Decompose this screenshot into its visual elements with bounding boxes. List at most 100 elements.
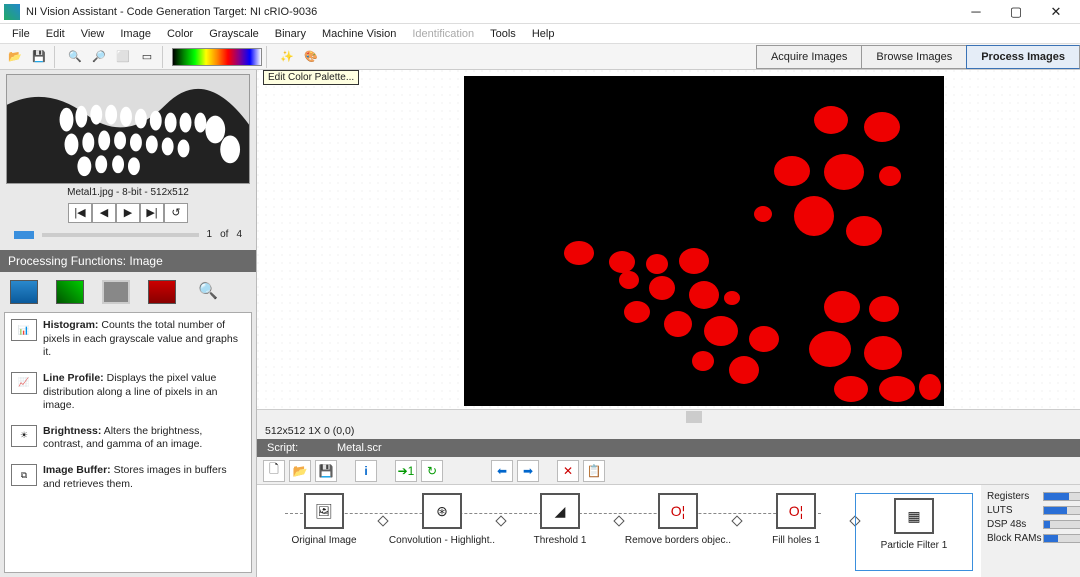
category-binary-icon[interactable] xyxy=(148,280,176,304)
page-of: of xyxy=(220,229,228,240)
minimize-button[interactable]: ─ xyxy=(956,1,996,23)
thumbnail-pattern xyxy=(7,75,249,184)
script-label: Script: xyxy=(267,442,337,454)
zoom-in-icon[interactable]: 🔍 xyxy=(64,46,86,68)
zoom-out-icon[interactable]: 🔎 xyxy=(88,46,110,68)
step-icon: O¦ xyxy=(658,493,698,529)
script-open-icon[interactable]: 📂 xyxy=(289,460,311,482)
image-thumbnail[interactable] xyxy=(6,74,250,184)
histogram-icon: 📊 xyxy=(11,319,37,341)
script-save-icon[interactable]: 💾 xyxy=(315,460,337,482)
resource-meters: Registers39 % LUTS36 % DSP 48s10 % Block… xyxy=(981,485,1080,577)
function-category-icons: 🔍 xyxy=(0,272,256,312)
center-panel: Edit Color Palette... xyxy=(257,70,1080,577)
script-name: Metal.scr xyxy=(337,442,382,454)
step-icon: ⊛ xyxy=(422,493,462,529)
menu-machine-vision[interactable]: Machine Vision xyxy=(314,26,404,42)
tooltip-edit-palette: Edit Color Palette... xyxy=(263,70,359,85)
brightness-icon: ☀ xyxy=(11,425,37,447)
mode-tabs: Acquire Images Browse Images Process Ima… xyxy=(756,45,1080,69)
category-image-icon[interactable] xyxy=(10,280,38,304)
nav-last-button[interactable]: ▶| xyxy=(140,203,164,223)
save-icon[interactable]: 💾 xyxy=(28,46,50,68)
meter-bar xyxy=(1043,492,1080,501)
close-button[interactable]: ✕ xyxy=(1036,1,1076,23)
thumbnail-caption: Metal1.jpg - 8-bit - 512x512 xyxy=(6,184,250,201)
line-profile-icon: 📈 xyxy=(11,372,37,394)
meter-bar xyxy=(1043,534,1080,543)
function-list: 📊 Histogram: Counts the total number of … xyxy=(4,312,252,573)
menu-identification: Identification xyxy=(404,26,482,42)
menu-binary[interactable]: Binary xyxy=(267,26,314,42)
step-convolution[interactable]: ⊛ Convolution - Highlight.. xyxy=(383,493,501,546)
tool-wand-icon[interactable]: ✨ xyxy=(276,46,298,68)
script-step-fwd-icon[interactable]: ➡ xyxy=(517,460,539,482)
script-toolbar: 🗋 📂 💾 i ➔1 ↻ ⬅ ➡ ✕ 📋 xyxy=(257,457,1080,485)
nav-first-button[interactable]: |◀ xyxy=(68,203,92,223)
menu-edit[interactable]: Edit xyxy=(38,26,73,42)
script-step-back-icon[interactable]: ⬅ xyxy=(491,460,513,482)
tab-process-images[interactable]: Process Images xyxy=(966,45,1080,69)
script-delete-icon[interactable]: ✕ xyxy=(557,460,579,482)
color-palette-bar[interactable] xyxy=(172,48,262,66)
page-current: 1 xyxy=(207,229,213,240)
menu-view[interactable]: View xyxy=(73,26,113,42)
category-color-icon[interactable] xyxy=(56,280,84,304)
tool-palette-icon[interactable]: 🎨 xyxy=(300,46,322,68)
processed-image xyxy=(464,76,944,406)
meter-label: LUTS xyxy=(987,505,1043,516)
step-particle-filter[interactable]: ▦ Particle Filter 1 xyxy=(855,493,973,571)
window-title: NI Vision Assistant - Code Generation Ta… xyxy=(26,6,956,18)
meter-label: Block RAMs xyxy=(987,533,1043,544)
category-mv-icon[interactable]: 🔍 xyxy=(194,280,222,304)
step-icon: 🖼 xyxy=(304,493,344,529)
script-title-bar: Script: Metal.scr xyxy=(257,439,1080,457)
menu-color[interactable]: Color xyxy=(159,26,201,42)
meter-bar xyxy=(1043,520,1080,529)
nav-next-button[interactable]: ▶ xyxy=(116,203,140,223)
open-file-icon[interactable]: 📂 xyxy=(4,46,26,68)
zoom-actual-icon[interactable]: ▭ xyxy=(136,46,158,68)
list-item[interactable]: ☀ Brightness: Alters the brightness, con… xyxy=(5,419,251,458)
list-item[interactable]: 📈 Line Profile: Displays the pixel value… xyxy=(5,366,251,419)
zoom-fit-icon[interactable]: ⬜ xyxy=(112,46,134,68)
nav-prev-button[interactable]: ◀ xyxy=(92,203,116,223)
script-new-icon[interactable]: 🗋 xyxy=(263,460,285,482)
step-icon: ◢ xyxy=(540,493,580,529)
step-icon: ▦ xyxy=(894,498,934,534)
step-remove-borders[interactable]: O¦ Remove borders objec.. xyxy=(619,493,737,546)
list-item[interactable]: 📊 Histogram: Counts the total number of … xyxy=(5,313,251,366)
left-panel: Metal1.jpg - 8-bit - 512x512 |◀ ◀ ▶ ▶| ↺… xyxy=(0,70,257,577)
section-header: Processing Functions: Image xyxy=(0,250,256,272)
image-viewer[interactable] xyxy=(257,70,1080,409)
menu-file[interactable]: File xyxy=(4,26,38,42)
script-pipeline: 🖼 Original Image ⊛ Convolution - Highlig… xyxy=(257,485,981,577)
tab-browse-images[interactable]: Browse Images xyxy=(861,45,966,69)
tab-acquire-images[interactable]: Acquire Images xyxy=(756,45,861,69)
menu-image[interactable]: Image xyxy=(112,26,159,42)
maximize-button[interactable]: ▢ xyxy=(996,1,1036,23)
nav-refresh-button[interactable]: ↺ xyxy=(164,203,188,223)
page-slider-thumb[interactable] xyxy=(14,231,34,239)
horizontal-scrollbar[interactable] xyxy=(257,409,1080,423)
category-grayscale-icon[interactable] xyxy=(102,280,130,304)
menu-help[interactable]: Help xyxy=(524,26,563,42)
page-slider-track[interactable] xyxy=(42,233,199,237)
script-edit-icon[interactable]: 📋 xyxy=(583,460,605,482)
title-bar: NI Vision Assistant - Code Generation Ta… xyxy=(0,0,1080,24)
toolbar: 📂 💾 🔍 🔎 ⬜ ▭ ✨ 🎨 Acquire Images Browse Im… xyxy=(0,44,1080,70)
step-icon: O¦ xyxy=(776,493,816,529)
list-item[interactable]: ⧉ Image Buffer: Stores images in buffers… xyxy=(5,458,251,497)
step-original-image[interactable]: 🖼 Original Image xyxy=(265,493,383,546)
step-threshold[interactable]: ◢ Threshold 1 xyxy=(501,493,619,546)
script-info-icon[interactable]: i xyxy=(355,460,377,482)
step-fill-holes[interactable]: O¦ Fill holes 1 xyxy=(737,493,855,546)
script-run-once-icon[interactable]: ➔1 xyxy=(395,460,417,482)
menu-tools[interactable]: Tools xyxy=(482,26,524,42)
status-coordinates: 512x512 1X 0 (0,0) xyxy=(257,423,1080,439)
app-icon xyxy=(4,4,20,20)
image-buffer-icon: ⧉ xyxy=(11,464,37,486)
meter-label: Registers xyxy=(987,491,1043,502)
script-run-loop-icon[interactable]: ↻ xyxy=(421,460,443,482)
menu-grayscale[interactable]: Grayscale xyxy=(201,26,267,42)
